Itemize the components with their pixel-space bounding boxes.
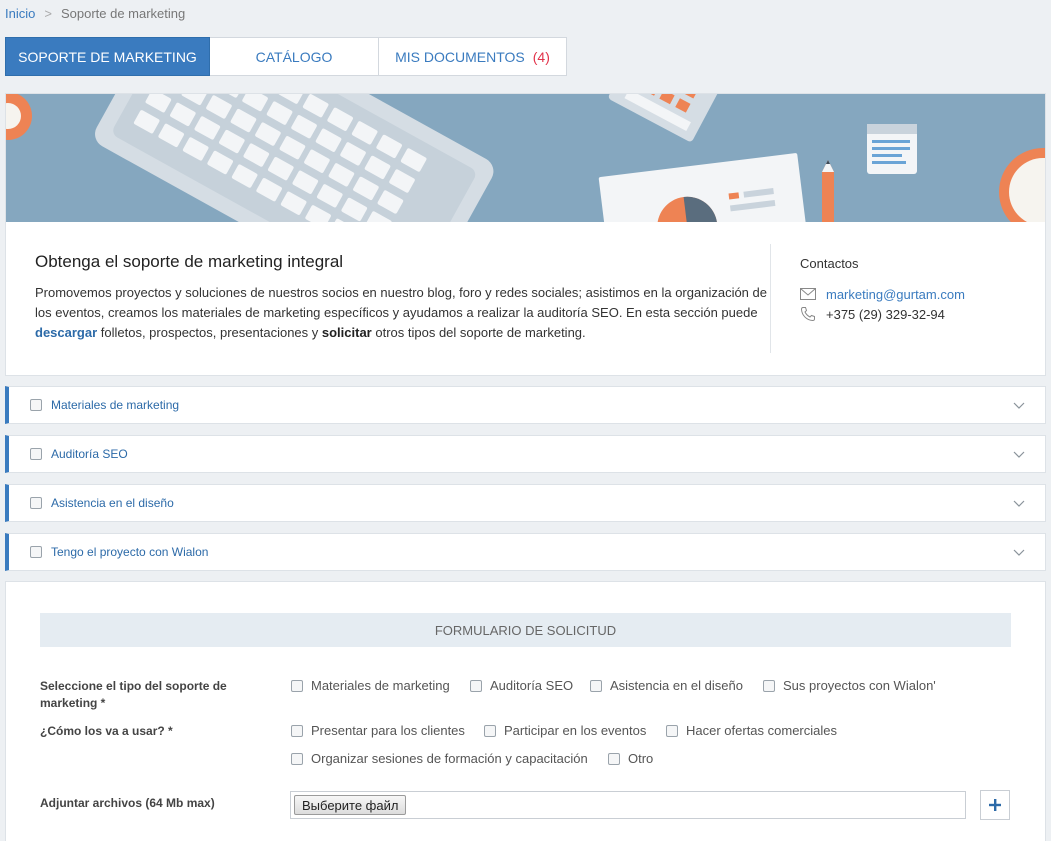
accordion-checkbox[interactable] [30, 497, 42, 509]
attach-label: Adjuntar archivos (64 Mb max) [40, 796, 215, 810]
usage-label: ¿Cómo los va a usar? * [40, 724, 173, 738]
option-label: Otro [628, 751, 654, 766]
checkbox[interactable] [608, 752, 620, 765]
checkbox[interactable] [666, 724, 678, 737]
option-participar-en-los-eventos[interactable]: Participar en los eventos [484, 723, 646, 738]
phone-icon [800, 307, 815, 322]
checkbox[interactable] [484, 724, 496, 737]
tab-label: Mis documentos [395, 48, 525, 65]
checkbox[interactable] [763, 679, 775, 692]
breadcrumb-current: Soporte de marketing [60, 6, 186, 21]
request-link[interactable]: solicitar [322, 325, 372, 340]
intro-section: Obtenga el soporte de marketing integral… [35, 252, 770, 343]
plus-icon [989, 799, 1001, 811]
choose-file-button[interactable]: Выберите файл [294, 795, 407, 815]
tab-soporte-de-marketing[interactable]: Soporte de marketing [5, 37, 210, 76]
breadcrumb-separator: > [44, 6, 52, 21]
tab-label: Catálogo [255, 48, 333, 65]
accordion-tengo-el-proyecto-con-wialon[interactable]: Tengo el proyecto con Wialon [5, 533, 1046, 571]
file-input[interactable]: Выберите файл [290, 791, 966, 819]
accordion-label: Tengo el proyecto con Wialon [51, 545, 209, 559]
accordion-label: Asistencia en el diseño [51, 496, 174, 510]
contacts-title: Contactos [800, 256, 859, 271]
option-otro[interactable]: Otro [608, 751, 653, 766]
contacts-section: Contactos marketing@gurtam.com +375 (29)… [800, 256, 965, 324]
accordion-auditoria-seo[interactable]: Auditoría SEO [5, 435, 1046, 473]
accordion-label: Materiales de marketing [51, 398, 180, 412]
option-label: Materiales de marketing [311, 678, 450, 693]
accordion-checkbox[interactable] [30, 399, 42, 411]
tab-mis-documentos[interactable]: Mis documentos (4) [379, 37, 567, 76]
contact-email[interactable]: marketing@gurtam.com [826, 287, 965, 302]
support-type-label: Seleccione el tipo del soporte de market… [40, 679, 227, 710]
tab-catalogo[interactable]: Catálogo [210, 37, 379, 76]
checkbox[interactable] [470, 679, 482, 692]
marketing-banner-illustration [6, 94, 1045, 222]
chevron-down-icon[interactable] [1013, 399, 1025, 411]
download-link[interactable]: descargar [35, 325, 97, 340]
breadcrumb: Inicio > Soporte de marketing [5, 6, 185, 21]
option-materiales-de-marketing[interactable]: Materiales de marketing [291, 678, 450, 693]
option-label: Presentar para los clientes [311, 723, 465, 738]
option-label: Participar en los eventos [504, 723, 647, 738]
envelope-icon [800, 288, 816, 300]
add-file-button[interactable] [980, 790, 1010, 820]
accordion-materiales-de-marketing[interactable]: Materiales de marketing [5, 386, 1046, 424]
option-auditoria-seo[interactable]: Auditoría SEO [470, 678, 573, 693]
form-title: Formulario de solicitud [40, 613, 1011, 647]
option-organizar-sesiones[interactable]: Organizar sesiones de formación y capaci… [291, 751, 588, 766]
chevron-down-icon[interactable] [1013, 497, 1025, 509]
intro-text: Promovemos proyectos y soluciones de nue… [35, 283, 770, 343]
hero-card: Obtenga el soporte de marketing integral… [5, 93, 1046, 376]
chevron-down-icon[interactable] [1013, 546, 1025, 558]
option-label: Asistencia en el diseño [610, 678, 743, 693]
checkbox[interactable] [590, 679, 602, 692]
request-form-card: Formulario de solicitud Seleccione el ti… [5, 581, 1046, 841]
checkbox[interactable] [291, 724, 303, 737]
accordion-checkbox[interactable] [30, 546, 42, 558]
option-label: Auditoría SEO [490, 678, 574, 693]
option-asistencia-en-el-diseno[interactable]: Asistencia en el diseño [590, 678, 743, 693]
intro-text-part: otros tipos del soporte de marketing. [371, 325, 586, 340]
option-label: Sus proyectos con Wialon' [783, 678, 936, 693]
accordion-asistencia-en-el-diseno[interactable]: Asistencia en el diseño [5, 484, 1046, 522]
intro-text-part: folletos, prospectos, presentaciones y [97, 325, 322, 340]
documents-count-badge: (4) [532, 48, 550, 65]
contact-email-row: marketing@gurtam.com [800, 284, 965, 304]
option-hacer-ofertas-comerciales[interactable]: Hacer ofertas comerciales [666, 723, 837, 738]
banner-illustration [6, 94, 1045, 222]
option-label: Organizar sesiones de formación y capaci… [311, 751, 588, 766]
option-presentar-para-los-clientes[interactable]: Presentar para los clientes [291, 723, 465, 738]
accordion-checkbox[interactable] [30, 448, 42, 460]
breadcrumb-home-link[interactable]: Inicio [5, 6, 35, 21]
tab-label: Soporte de marketing [18, 48, 197, 65]
accordion-label: Auditoría SEO [51, 447, 128, 461]
option-sus-proyectos-con-wialon[interactable]: Sus proyectos con Wialon' [763, 678, 936, 693]
contacts-divider [770, 244, 771, 353]
intro-title: Obtenga el soporte de marketing integral [35, 252, 344, 271]
chevron-down-icon[interactable] [1013, 448, 1025, 460]
option-label: Hacer ofertas comerciales [686, 723, 837, 738]
checkbox[interactable] [291, 679, 303, 692]
contact-phone: +375 (29) 329-32-94 [826, 306, 945, 322]
main-tabs: Soporte de marketing Catálogo Mis docume… [5, 37, 567, 76]
contact-phone-row: +375 (29) 329-32-94 [800, 304, 965, 324]
checkbox[interactable] [291, 752, 303, 765]
intro-text-part: Promovemos proyectos y soluciones de nue… [35, 285, 767, 320]
